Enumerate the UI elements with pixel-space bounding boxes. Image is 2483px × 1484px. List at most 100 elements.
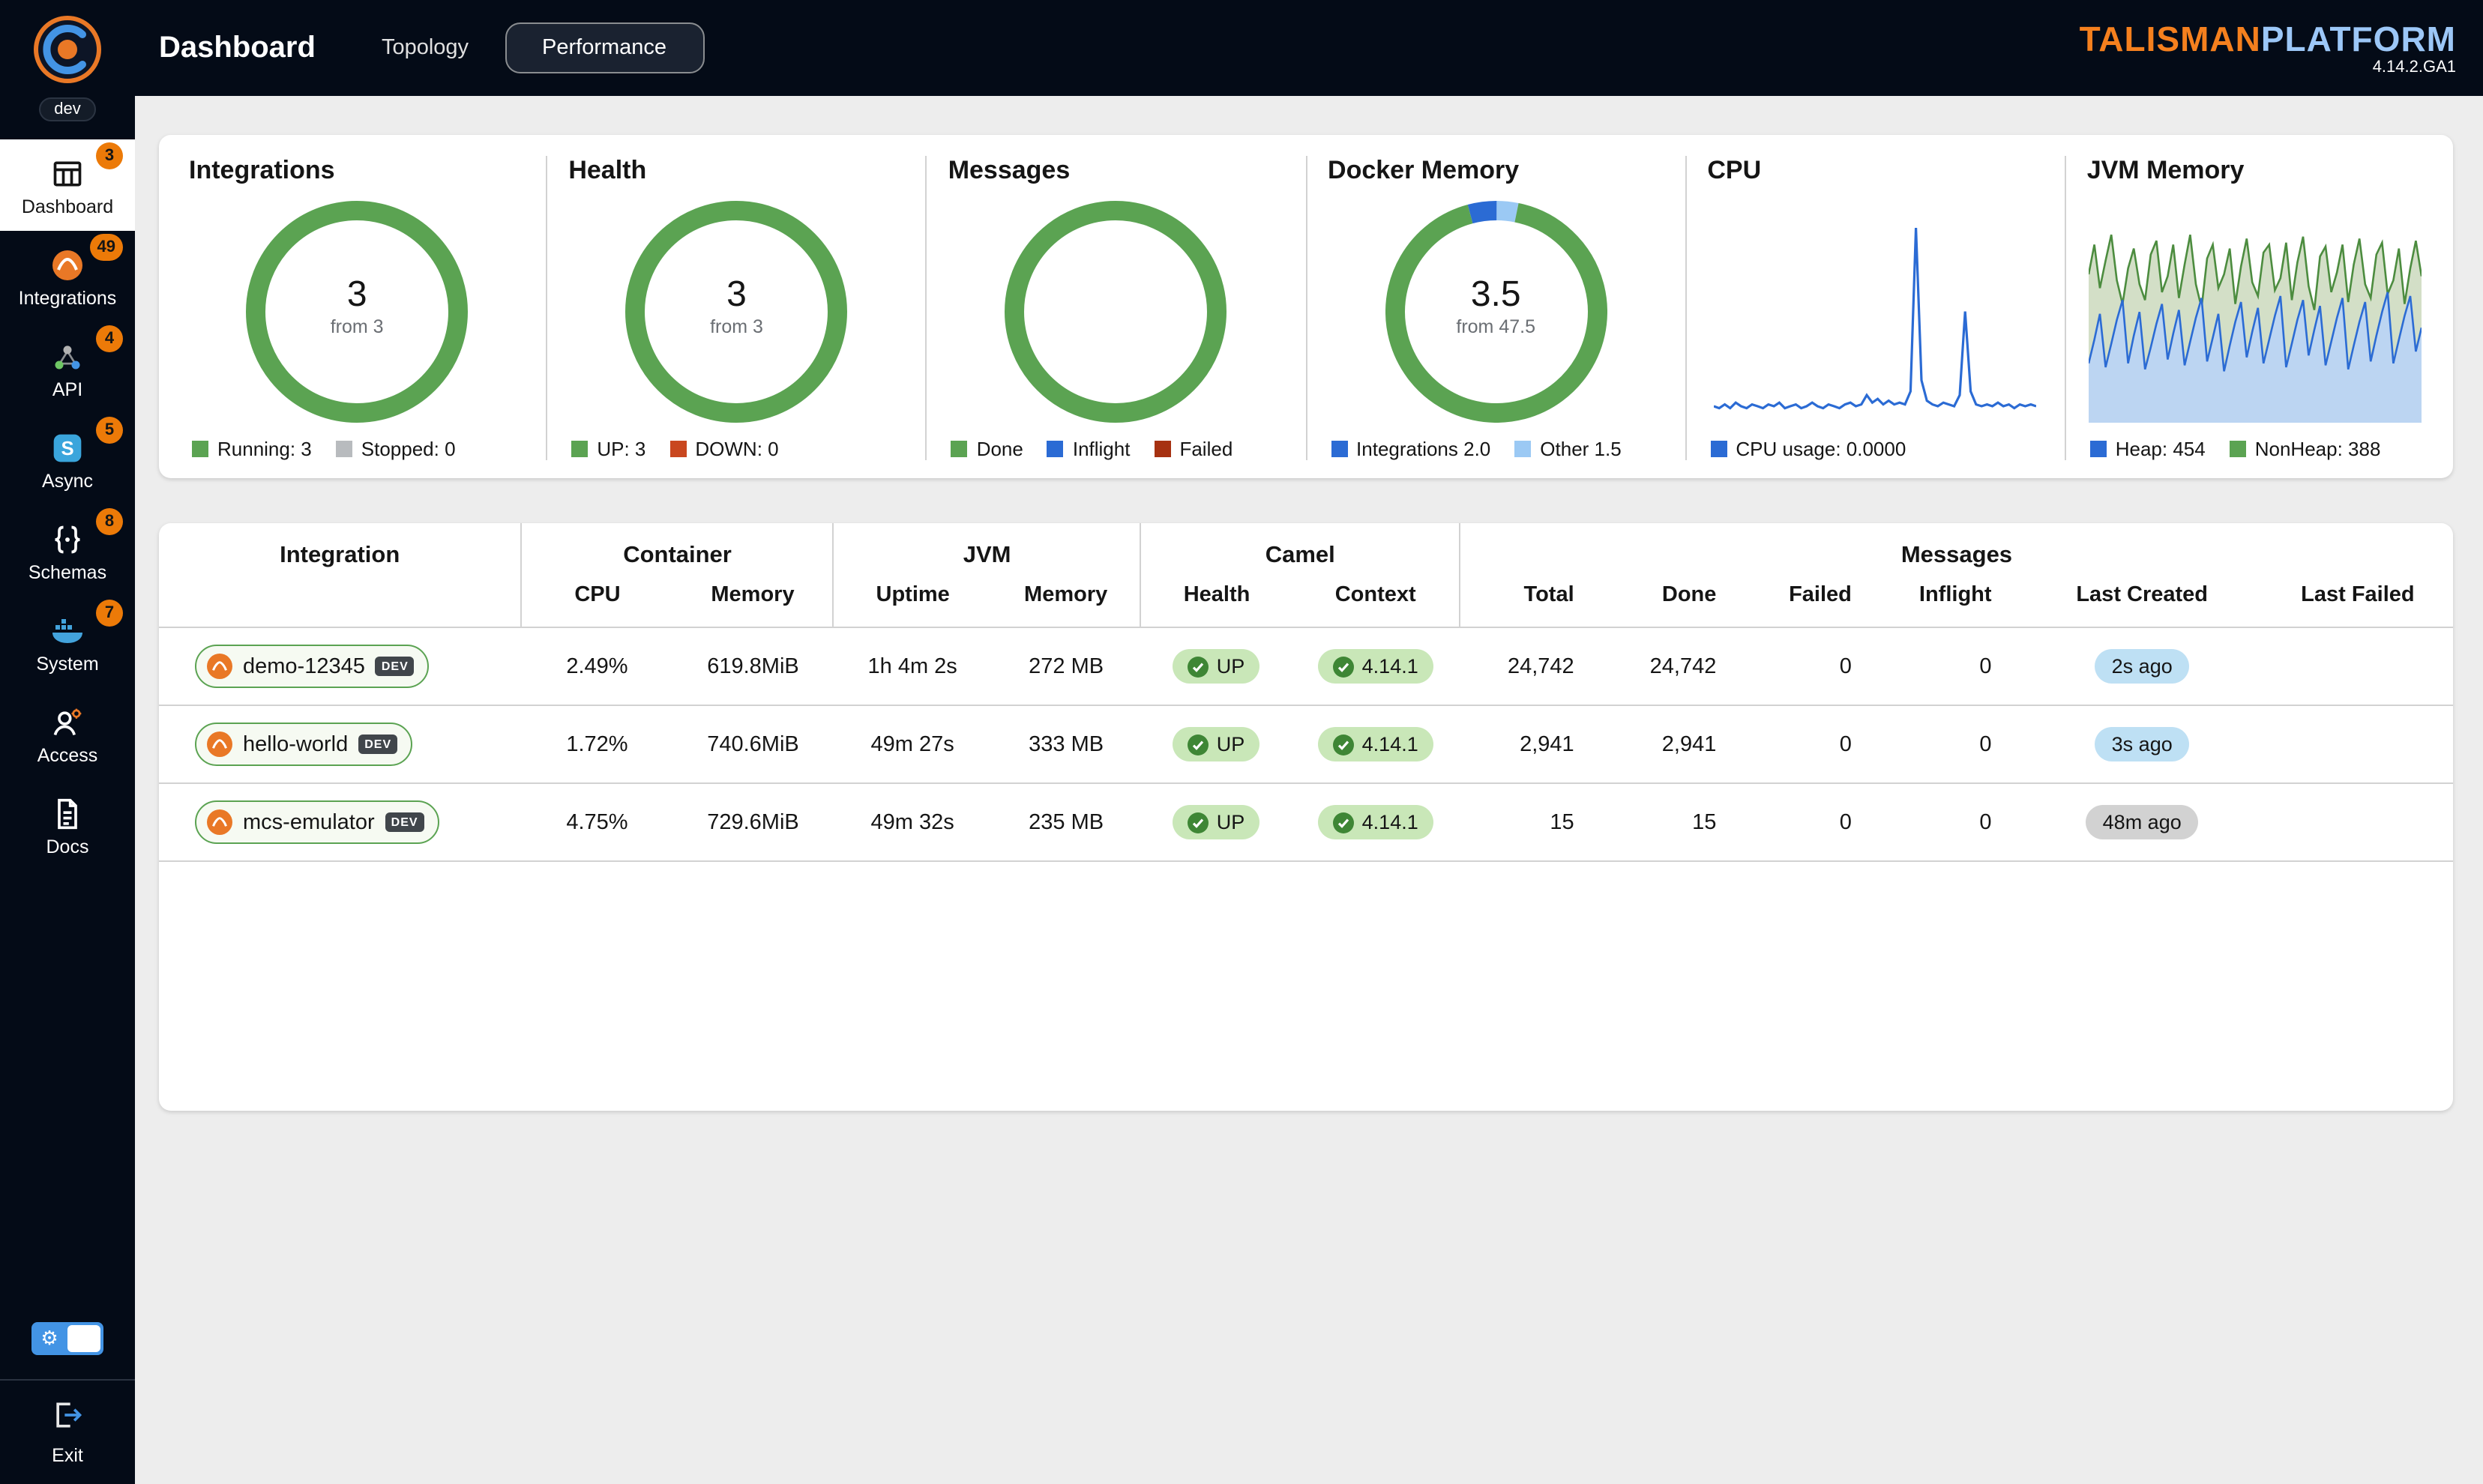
docker-memory-chart: 3.5from 47.5: [1328, 189, 1664, 423]
camel-icon: [49, 247, 85, 283]
legend-label: Other 1.5: [1540, 438, 1621, 460]
messages-chart: [948, 189, 1284, 423]
cell-cpu: 1.72%: [521, 705, 672, 783]
panel-legend: Integrations 2.0 Other 1.5: [1328, 438, 1664, 460]
check-circle-icon: [1188, 656, 1209, 677]
colheader-health: Health: [1141, 576, 1292, 627]
legend-swatch: [1331, 441, 1347, 457]
count-badge: 3: [96, 142, 123, 169]
sidebar-item-schemas[interactable]: 8 Schemas: [0, 505, 135, 597]
legend-swatch: [2090, 441, 2107, 457]
legend-item: Inflight: [1047, 438, 1131, 460]
cell-cpu: 4.75%: [521, 783, 672, 861]
metric-panel-cpu: CPUCPU usage: 0.0000: [1686, 156, 2065, 460]
sidebar-item-docs[interactable]: Docs: [0, 779, 135, 871]
metric-panel-health: Health3from 3UP: 3DOWN: 0: [547, 156, 927, 460]
legend-item: Stopped: 0: [336, 438, 456, 460]
panel-legend: Heap: 454 NonHeap: 388: [2087, 438, 2423, 460]
legend-label: DOWN: 0: [695, 438, 778, 460]
sidebar-item-exit[interactable]: Exit: [0, 1379, 135, 1484]
brand-logo-icon[interactable]: [33, 15, 102, 91]
masthead: Dashboard Topology Performance TALISMANPL…: [135, 0, 2483, 96]
last-created-badge: 3s ago: [2095, 727, 2189, 761]
version-label: 4.14.2.GA1: [2080, 58, 2456, 76]
count-badge: 7: [96, 600, 123, 627]
legend-swatch: [669, 441, 686, 457]
integration-pill[interactable]: hello-worldDEV: [195, 723, 412, 766]
legend-label: NonHeap: 388: [2255, 438, 2381, 460]
tab-performance[interactable]: Performance: [505, 22, 704, 73]
sidebar-item-label: Access: [37, 745, 98, 766]
context-label: 4.14.1: [1362, 811, 1418, 833]
panel-title: Docker Memory: [1328, 156, 1664, 186]
sidebar-item-label: Async: [42, 471, 93, 492]
last-created-badge: 48m ago: [2086, 805, 2198, 839]
colgroup-messages: Messages: [1460, 523, 2453, 576]
legend-label: Heap: 454: [2116, 438, 2206, 460]
brand: TALISMANPLATFORM 4.14.2.GA1: [2080, 19, 2456, 76]
main-column: Dashboard Topology Performance TALISMANPL…: [135, 0, 2483, 1484]
check-circle-icon: [1334, 734, 1355, 755]
docs-file-icon: [51, 796, 84, 832]
legend-item: DOWN: 0: [669, 438, 778, 460]
logo-wrap: dev: [0, 0, 135, 130]
cell-uptime: 49m 27s: [834, 705, 992, 783]
schemas-braces-icon: [51, 522, 84, 558]
legend-label: Integrations 2.0: [1356, 438, 1490, 460]
async-s-icon: S: [51, 430, 84, 466]
cell-failed: 0: [1746, 783, 1882, 861]
health-badge: UP: [1173, 727, 1260, 761]
colheader-failed: Failed: [1746, 576, 1882, 627]
exit-icon: [51, 1399, 84, 1436]
settings-toggle[interactable]: ⚙: [31, 1322, 103, 1355]
page-title: Dashboard: [159, 31, 316, 65]
cell-memory: 619.8MiB: [672, 627, 833, 705]
exit-label: Exit: [52, 1445, 83, 1466]
sidebar-item-label: Schemas: [28, 562, 106, 583]
sidebar-item-access[interactable]: Access: [0, 688, 135, 779]
sidebar-item-async[interactable]: 5SAsync: [0, 414, 135, 505]
brand-name: TALISMANPLATFORM: [2080, 19, 2456, 60]
legend-swatch: [1154, 441, 1170, 457]
table-row-hello-world: hello-worldDEV1.72%740.6MiB49m 27s333 MB…: [159, 705, 2453, 783]
integrations-chart: 3from 3: [189, 189, 525, 423]
camel-icon: [207, 732, 232, 757]
legend-label: Done: [977, 438, 1023, 460]
cell-inflight: 0: [1882, 627, 2022, 705]
sidebar-item-label: Integrations: [19, 288, 117, 309]
cell-last-failed: [2263, 783, 2453, 861]
cell-jvm_memory: 333 MB: [992, 705, 1141, 783]
legend-item: Failed: [1154, 438, 1233, 460]
context-badge: 4.14.1: [1319, 805, 1433, 839]
tab-topology[interactable]: Topology: [361, 24, 490, 72]
legend-swatch: [951, 441, 968, 457]
colheader-uptime: Uptime: [834, 576, 992, 627]
cell-done: 15: [1604, 783, 1747, 861]
metrics-card: Integrations3from 3Running: 3Stopped: 0H…: [159, 135, 2453, 478]
health-badge: UP: [1173, 649, 1260, 684]
sidebar-item-dashboard[interactable]: 3Dashboard: [0, 139, 135, 231]
colheader-context: Context: [1292, 576, 1460, 627]
cell-total: 24,742: [1460, 627, 1604, 705]
cell-uptime: 1h 4m 2s: [834, 627, 992, 705]
sidebar-item-label: System: [36, 654, 98, 675]
count-badge: 8: [96, 508, 123, 535]
table-row-demo-12345: demo-12345DEV2.49%619.8MiB1h 4m 2s272 MB…: [159, 627, 2453, 705]
sidebar-item-system[interactable]: 7 System: [0, 597, 135, 688]
integrations-table-card: IntegrationContainerJVMCamelMessagesCPUM…: [159, 523, 2453, 1111]
health-label: UP: [1217, 733, 1245, 755]
table-row-mcs-emulator: mcs-emulatorDEV4.75%729.6MiB49m 32s235 M…: [159, 783, 2453, 861]
integration-pill[interactable]: demo-12345DEV: [195, 645, 430, 688]
sidebar-item-api[interactable]: 4API: [0, 322, 135, 414]
health-badge: UP: [1173, 805, 1260, 839]
env-badge: dev: [39, 97, 96, 121]
integration-pill[interactable]: mcs-emulatorDEV: [195, 800, 439, 844]
app-root: dev 3Dashboard49Integrations4API5SAsync8…: [0, 0, 2483, 1484]
legend-swatch: [1710, 441, 1727, 457]
context-badge: 4.14.1: [1319, 727, 1433, 761]
panel-legend: Done Inflight Failed: [948, 438, 1284, 460]
sidebar-item-integrations[interactable]: 49Integrations: [0, 231, 135, 322]
cell-memory: 729.6MiB: [672, 783, 833, 861]
legend-item: NonHeap: 388: [2230, 438, 2381, 460]
gear-icon: ⚙: [31, 1322, 67, 1355]
